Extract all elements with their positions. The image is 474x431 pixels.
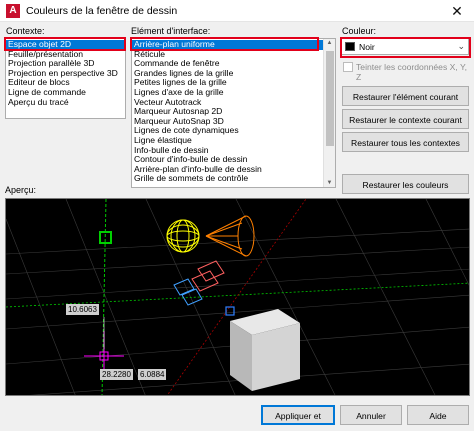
color-highlight-frame	[340, 37, 471, 58]
autocad-app-icon: A	[6, 4, 20, 18]
interface-highlight-frame	[130, 37, 319, 51]
scroll-thumb[interactable]	[326, 51, 334, 146]
help-button[interactable]: Aide	[407, 405, 469, 425]
preview-scene	[6, 199, 469, 395]
window-title: Couleurs de la fenêtre de dessin	[26, 5, 178, 17]
restore-all-contexts-button[interactable]: Restaurer tous les contextes	[342, 132, 469, 152]
dimension-value-box: 10.6063	[66, 304, 99, 315]
interface-element-label: Elément d'interface:	[131, 26, 211, 36]
preview-canvas: 10.6063 28.2280 6.0884	[5, 198, 470, 396]
restore-current-context-button[interactable]: Restaurer le contexte courant	[342, 109, 469, 129]
restore-current-element-button[interactable]: Restaurer l'élément courant	[342, 86, 469, 106]
context-label: Contexte:	[6, 26, 45, 36]
context-item[interactable]: Aperçu du tracé	[6, 97, 125, 108]
apply-and-close-button[interactable]: Appliquer et fermer	[261, 405, 335, 425]
shaded-cube	[230, 309, 300, 391]
coord-x-box: 28.2280	[100, 369, 133, 380]
context-highlight-frame	[4, 37, 126, 51]
scroll-down-arrow-icon[interactable]: ▼	[324, 180, 335, 186]
wireframe-box-red	[191, 260, 225, 292]
close-icon[interactable]: ✕	[440, 0, 474, 22]
wireframe-cone	[205, 215, 255, 257]
title-bar: A Couleurs de la fenêtre de dessin ✕	[0, 0, 474, 22]
scroll-up-arrow-icon[interactable]: ▲	[324, 40, 335, 46]
preview-label: Aperçu:	[5, 185, 37, 195]
tint-coordinates-checkbox[interactable]	[343, 62, 353, 72]
interface-element-item[interactable]: Grille de sommets de contrôle	[132, 174, 335, 184]
interface-element-list[interactable]: Arrière-plan uniforme Réticule Commande de…	[131, 38, 336, 188]
cancel-button[interactable]: Annuler	[340, 405, 402, 425]
wireframe-sphere	[166, 219, 200, 253]
tint-coordinates-label: Teinter les coordonnées X, Y, Z	[356, 62, 467, 82]
color-label: Couleur:	[342, 26, 377, 36]
coord-y-box: 6.0884	[138, 369, 167, 380]
wireframe-box-blue	[173, 278, 203, 306]
interface-list-scrollbar[interactable]: ▲ ▼	[323, 39, 335, 187]
restore-classic-colors-button[interactable]: Restaurer les couleurs classiques	[342, 174, 469, 210]
